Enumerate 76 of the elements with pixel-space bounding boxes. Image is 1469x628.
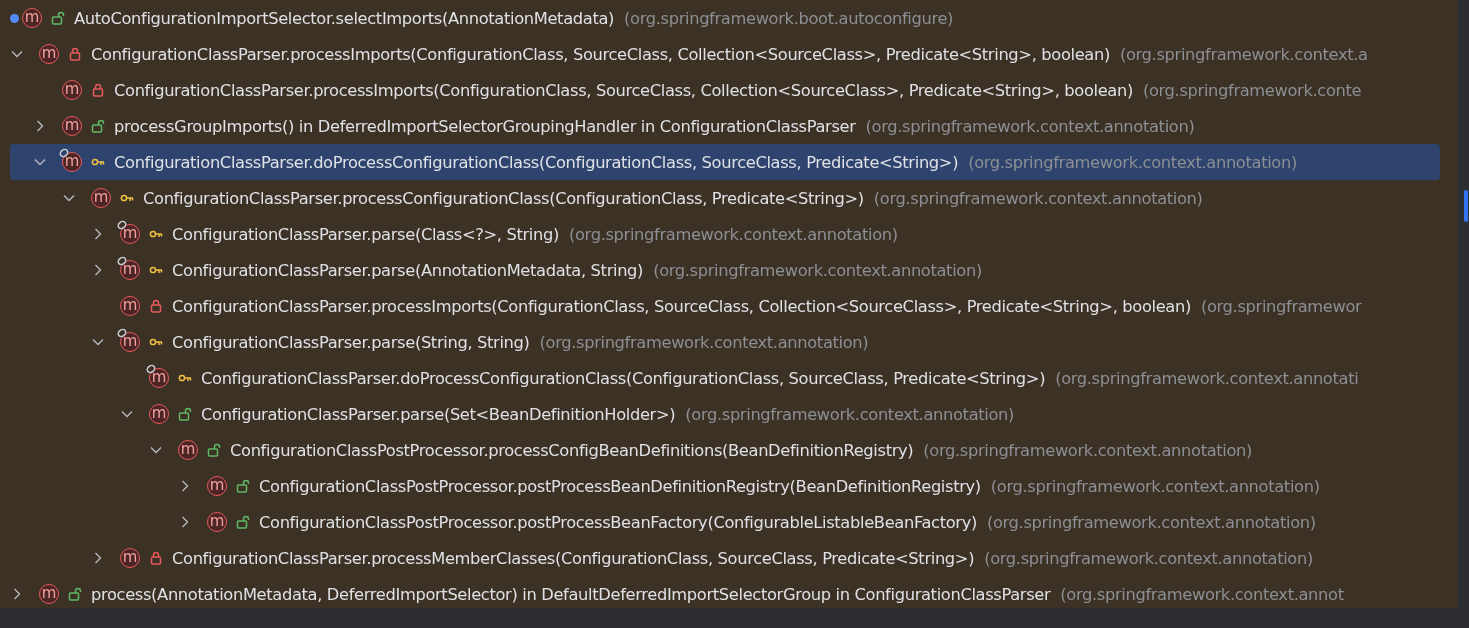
- method-signature: ConfigurationClassParser.parse(AnnotationMetadata, String): [172, 260, 644, 280]
- tree-row[interactable]: m ConfigurationClassParser.parse(String, String) (org.springframework.context.annotation): [10, 324, 1440, 360]
- method-signature: ConfigurationClassPostProcessor.postProcessBeanFactory(ConfigurableListableBeanFactory): [259, 512, 977, 532]
- package-name: (org.springframework.context.annotation): [865, 116, 1195, 136]
- root-row[interactable]: m AutoConfigurationImportSelector.selectImports(AnnotationMetadata) (org.springframework.boot.autoconfigure): [10, 0, 1440, 36]
- package-name: (org.springframework.context.annotation): [990, 476, 1320, 496]
- method-signature: ConfigurationClassParser.processImports(ConfigurationClass, SourceClass, Collection<SourceClass>, Predicate<String>, boolean): [91, 44, 1110, 64]
- lock-icon: [149, 551, 163, 565]
- method-icon: m: [120, 548, 140, 568]
- tree-row[interactable]: m ConfigurationClassParser.parse(Class<?>, String) (org.springframework.context.annotation): [10, 216, 1440, 252]
- method-signature: ConfigurationClassParser.doProcessConfigurationClass(ConfigurationClass, SourceClass, Predicate<String>): [201, 368, 1046, 388]
- method-signature: ConfigurationClassParser.parse(Class<?>, String): [172, 224, 559, 244]
- package-name: (org.springframework.context.annotation): [873, 188, 1203, 208]
- package-name: (org.springframework.context.annotation): [968, 152, 1297, 172]
- method-icon: m: [178, 440, 198, 460]
- method-signature: ConfigurationClassParser.processMemberClasses(ConfigurationClass, SourceClass, Predicate<String>): [172, 548, 975, 568]
- package-name: (org.springframework.context.a: [1119, 44, 1368, 64]
- method-signature: ConfigurationClassParser.parse(Set<BeanDefinitionHolder>): [201, 404, 676, 424]
- package-name: (org.springframework.context.annotation): [539, 332, 869, 352]
- method-icon: m: [62, 116, 82, 136]
- lock-icon: [149, 299, 163, 313]
- tree-row[interactable]: m ConfigurationClassParser.doProcessConfigurationClass(ConfigurationClass, SourceClass, Predicate<String>) (org.springframework.context.annotation): [10, 144, 1440, 180]
- current-dot-icon: [10, 13, 19, 23]
- unlocked-icon: [51, 11, 65, 25]
- unlocked-icon: [91, 119, 105, 133]
- package-name: (org.springframework.context.annotation): [986, 512, 1316, 532]
- method-signature: ConfigurationClassParser.processImports(ConfigurationClass, SourceClass, Collection<SourceClass>, Predicate<String>, boolean): [172, 296, 1191, 316]
- method-icon: m: [22, 8, 42, 28]
- unlocked-icon: [68, 587, 82, 601]
- tree-row[interactable]: m ConfigurationClassPostProcessor.postProcessBeanFactory(ConfigurableListableBeanFactory) (org.springframework.context.annotation): [10, 504, 1440, 540]
- unlocked-icon: [207, 443, 221, 457]
- method-icon: m: [207, 512, 227, 532]
- method-icon: m: [91, 188, 111, 208]
- method-signature: ConfigurationClassPostProcessor.postProcessBeanDefinitionRegistry(BeanDefinitionRegistry): [259, 476, 981, 496]
- package-name: (org.springframework.context.annotation): [984, 548, 1313, 568]
- unlocked-icon: [236, 515, 250, 529]
- tree-row[interactable]: m ConfigurationClassParser.processImports(ConfigurationClass, SourceClass, Collection<SourceClass>, Predicate<String>, boolean) (org.springframework.conte: [10, 72, 1440, 108]
- tree-row[interactable]: m ConfigurationClassPostProcessor.processConfigBeanDefinitions(BeanDefinitionRegistry) (org.springframework.context.annotation): [10, 432, 1440, 468]
- method-signature: ConfigurationClassParser.parse(String, String): [172, 332, 530, 352]
- lock-icon: [68, 47, 82, 61]
- method-icon: m: [207, 476, 227, 496]
- scrollbar[interactable]: [1458, 0, 1469, 608]
- tree-row[interactable]: m processGroupImports() in DeferredImportSelectorGroupingHandler in ConfigurationClassParser (org.springframework.context.annotation): [10, 108, 1440, 144]
- package-name: (org.springframework.context.annotati: [1055, 368, 1359, 388]
- method-signature: ConfigurationClassParser.processConfigurationClass(ConfigurationClass, Predicate<String>): [143, 188, 864, 208]
- unlocked-icon: [236, 479, 250, 493]
- method-icon: m: [149, 404, 169, 424]
- unlocked-icon: [178, 407, 192, 421]
- method-icon: m: [39, 584, 59, 604]
- tree-row[interactable]: m ConfigurationClassParser.processConfigurationClass(ConfigurationClass, Predicate<String>) (org.springframework.context.annotation): [10, 180, 1440, 216]
- method-signature: AutoConfigurationImportSelector.selectImports(AnnotationMetadata): [74, 8, 615, 28]
- lock-icon: [91, 83, 105, 97]
- tree-row[interactable]: m ConfigurationClassParser.parse(AnnotationMetadata, String) (org.springframework.context.annotation): [10, 252, 1440, 288]
- package-name: (org.springframework.context.annotation): [653, 260, 982, 280]
- method-signature: ConfigurationClassParser.processImports(ConfigurationClass, SourceClass, Collection<SourceClass>, Predicate<String>, boolean): [114, 80, 1133, 100]
- method-icon: m: [62, 80, 82, 100]
- package-name: (org.springframework.context.annotation): [569, 224, 898, 244]
- tree-row[interactable]: m ConfigurationClassParser.doProcessConfigurationClass(ConfigurationClass, SourceClass, Predicate<String>) (org.springframework.context.annotati: [10, 360, 1440, 396]
- package-name: (org.springframework.context.annot: [1060, 584, 1344, 604]
- tree-row[interactable]: m ConfigurationClassParser.processImports(ConfigurationClass, SourceClass, Collection<SourceClass>, Predicate<String>, boolean) (org.springframewor: [10, 288, 1440, 324]
- package-name: (org.springframework.conte: [1142, 80, 1362, 100]
- method-signature: processGroupImports() in DeferredImportSelectorGroupingHandler in ConfigurationClassParser: [114, 116, 856, 136]
- tree-row[interactable]: m ConfigurationClassParser.parse(Set<BeanDefinitionHolder>) (org.springframework.context.annotation): [10, 396, 1440, 432]
- package-name: (org.springframewor: [1200, 296, 1362, 316]
- package-name: (org.springframework.boot.autoconfigure): [624, 8, 954, 28]
- package-name: (org.springframework.context.annotation): [685, 404, 1015, 424]
- package-name: (org.springframework.context.annotation): [923, 440, 1253, 460]
- method-icon: m: [120, 296, 140, 316]
- tree-row[interactable]: m ConfigurationClassParser.processImports(ConfigurationClass, SourceClass, Collection<SourceClass>, Predicate<String>, boolean) (org.springframework.context.a: [10, 36, 1440, 72]
- method-icon: m: [39, 44, 59, 64]
- tree-row[interactable]: m process(AnnotationMetadata, DeferredImportSelector) in DefaultDeferredImportSelectorGroup in ConfigurationClassParser (org.springframework.context.annot: [10, 576, 1440, 608]
- method-signature: ConfigurationClassPostProcessor.processConfigBeanDefinitions(BeanDefinitionRegistry): [230, 440, 914, 460]
- method-signature: ConfigurationClassParser.doProcessConfigurationClass(ConfigurationClass, SourceClass, Predicate<String>): [114, 152, 959, 172]
- tree-row[interactable]: m ConfigurationClassParser.processMemberClasses(ConfigurationClass, SourceClass, Predicate<String>) (org.springframework.context.annotation): [10, 540, 1440, 576]
- method-signature: process(AnnotationMetadata, DeferredImportSelector) in DefaultDeferredImportSelectorGroup in ConfigurationClassParser: [91, 584, 1051, 604]
- tree-row[interactable]: m ConfigurationClassPostProcessor.postProcessBeanDefinitionRegistry(BeanDefinitionRegistry) (org.springframework.context.annotation): [10, 468, 1440, 504]
